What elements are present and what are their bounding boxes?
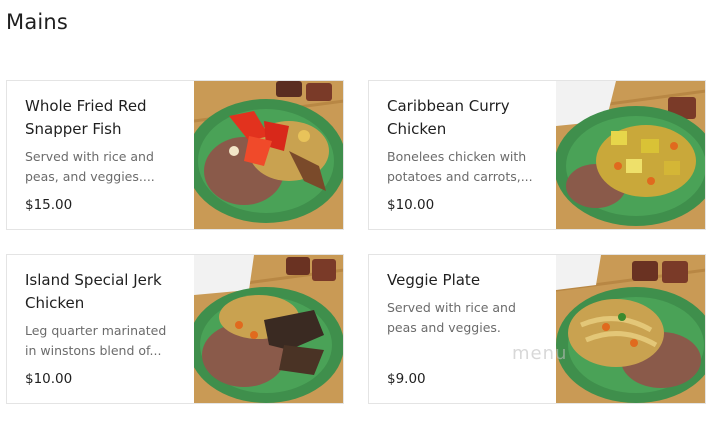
menu-item-name: Island Special Jerk Chicken xyxy=(25,271,162,312)
curry-chicken-plate-photo xyxy=(555,81,705,229)
menu-item-card[interactable]: Island Special Jerk Chicken Leg quarter … xyxy=(6,254,344,404)
menu-item-info: Veggie Plate Served with rice and peas a… xyxy=(369,255,556,403)
menu-item-price: $9.00 xyxy=(387,371,426,387)
menu-item-price: $15.00 xyxy=(25,197,73,213)
menu-item-name: Whole Fried Red Snapper Fish xyxy=(25,97,147,138)
menu-item-info: Island Special Jerk Chicken Leg quarter … xyxy=(7,255,194,403)
menu-item-name: Caribbean Curry Chicken xyxy=(387,97,510,138)
menu-item-description: Served with rice and peas and veggies. xyxy=(387,300,516,335)
menu-item-price: $10.00 xyxy=(387,197,435,213)
menu-item-description: Leg quarter marinated in winstons blend … xyxy=(25,323,167,358)
menu-item-name: Veggie Plate xyxy=(387,271,481,289)
menu-item-card[interactable]: Veggie Plate Served with rice and peas a… xyxy=(368,254,706,404)
menu-item-price: $10.00 xyxy=(25,371,73,387)
menu-item-card[interactable]: Whole Fried Red Snapper Fish Served with… xyxy=(6,80,344,230)
menu-item-description: Served with rice and peas, and veggies..… xyxy=(25,149,155,184)
menu-item-description: Bonelees chicken with potatoes and carro… xyxy=(387,149,533,184)
watermark: menu xyxy=(512,343,568,364)
menu-item-card[interactable]: Caribbean Curry Chicken Bonelees chicken… xyxy=(368,80,706,230)
menu-item-info: Whole Fried Red Snapper Fish Served with… xyxy=(7,81,194,229)
veggie-plate-photo xyxy=(555,255,705,403)
fried-fish-plate-photo xyxy=(193,81,343,229)
section-title: Mains xyxy=(6,10,69,34)
jerk-chicken-plate-photo xyxy=(193,255,343,403)
menu-item-info: Caribbean Curry Chicken Bonelees chicken… xyxy=(369,81,556,229)
